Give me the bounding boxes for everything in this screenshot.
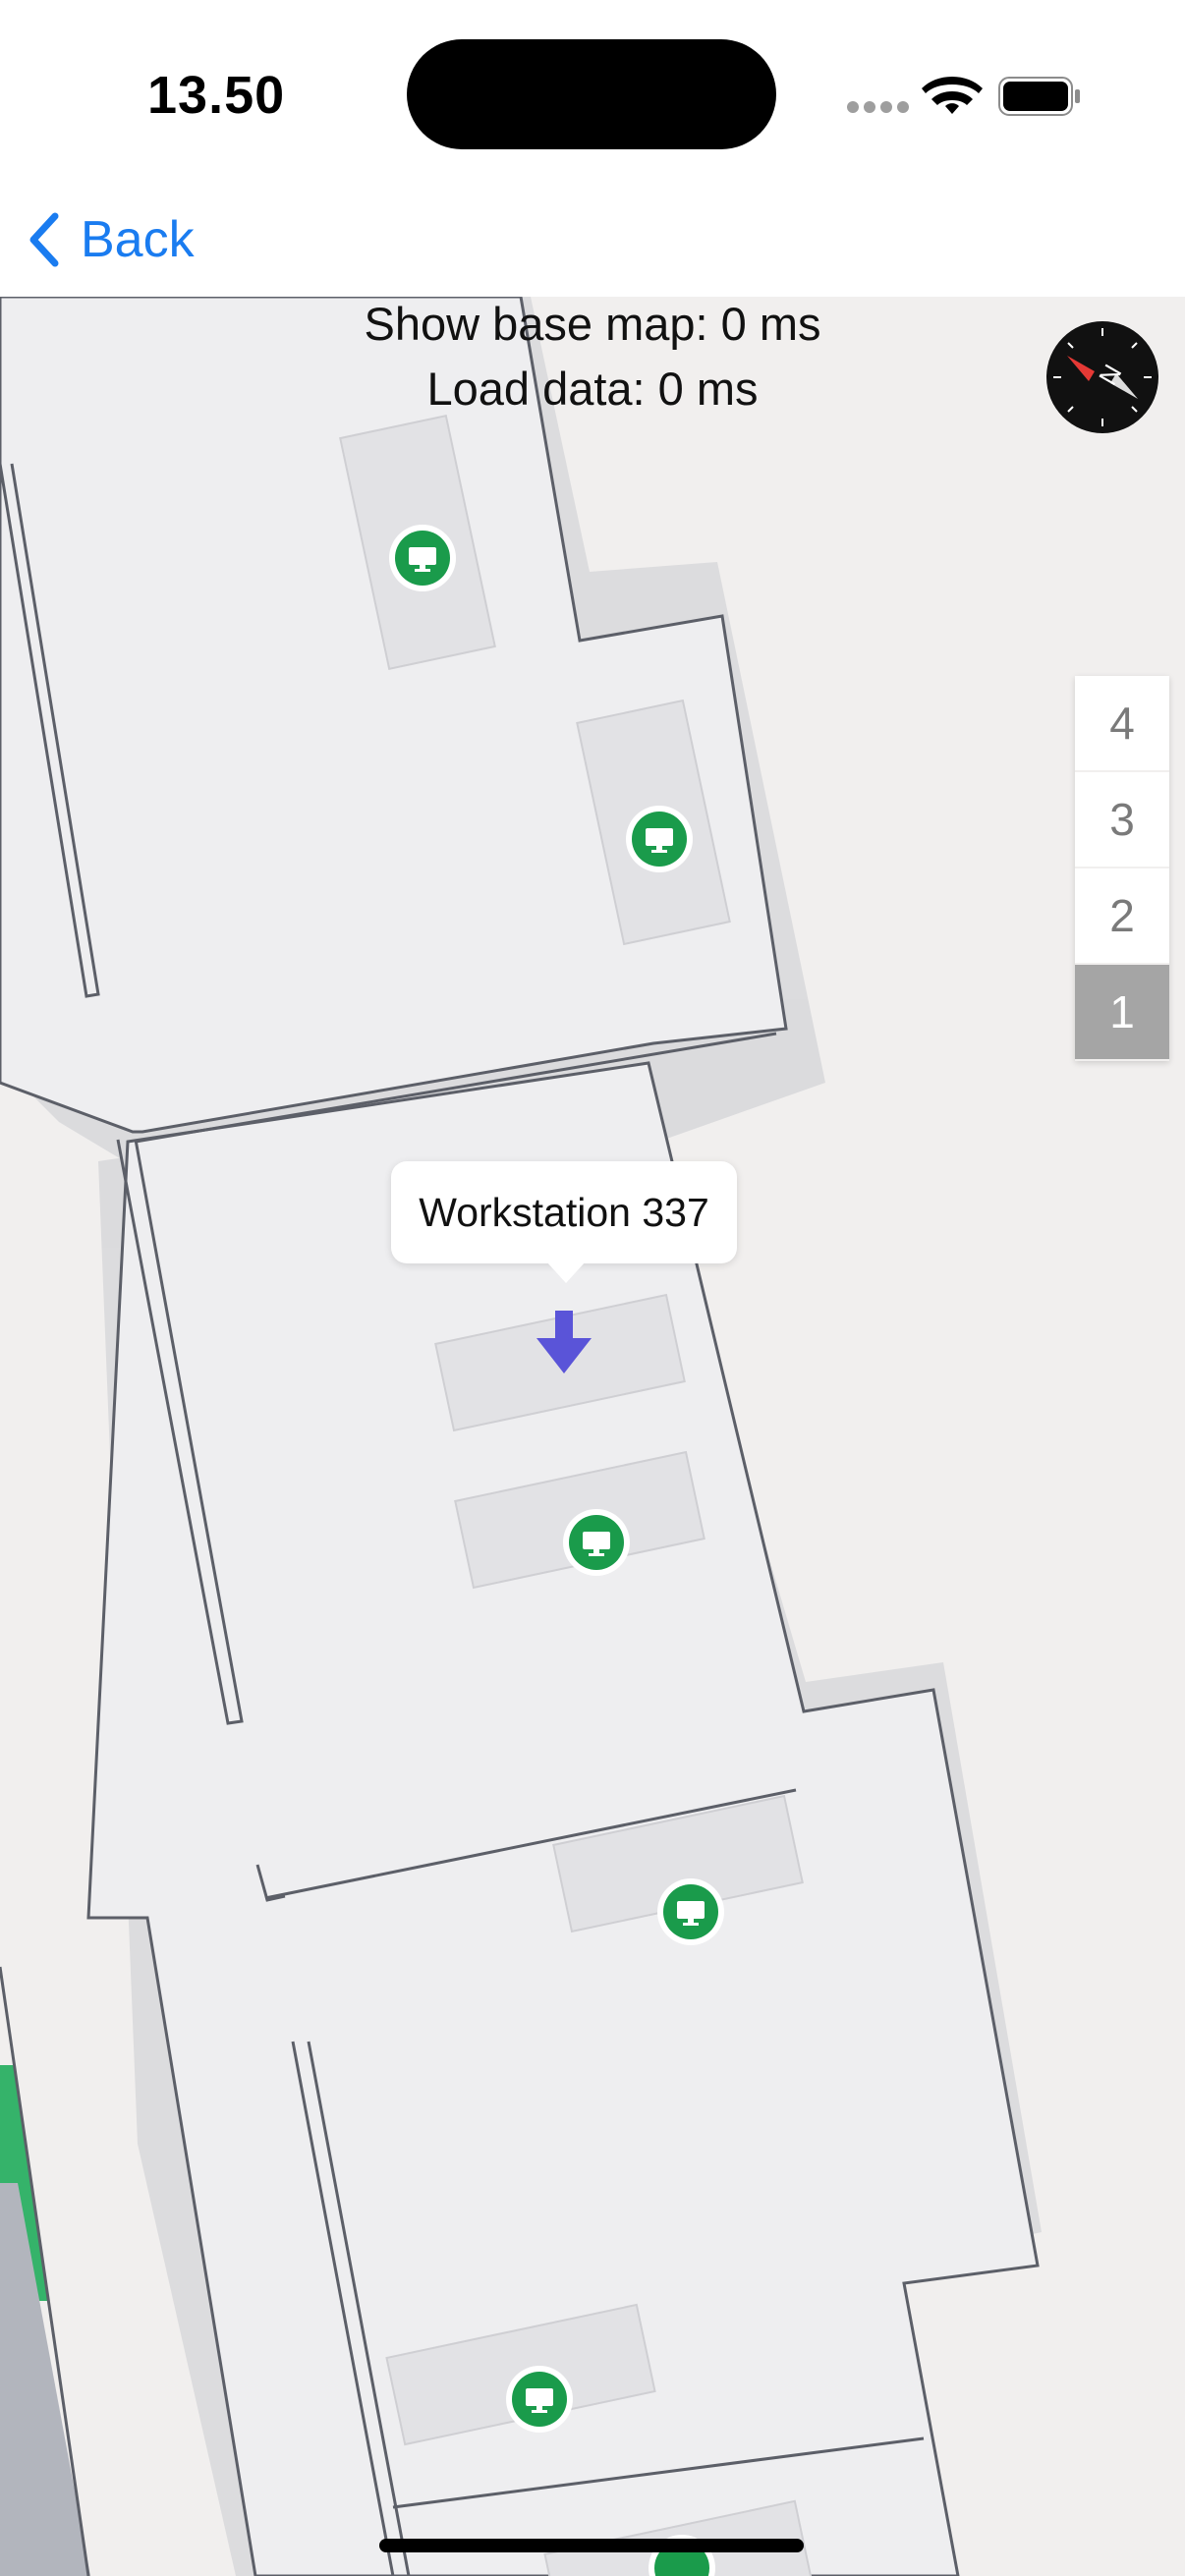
battery-icon xyxy=(998,77,1080,116)
chevron-left-icon xyxy=(29,212,59,267)
dynamic-island xyxy=(407,39,776,149)
floor-picker: 4 3 2 1 xyxy=(1075,676,1169,1061)
base-map-timing: Show base map: 0 ms xyxy=(364,298,821,350)
home-indicator[interactable] xyxy=(379,2539,804,2552)
back-button[interactable]: Back xyxy=(24,200,195,279)
status-bar: 13.50 xyxy=(0,0,1185,187)
compass-icon[interactable]: N xyxy=(1045,320,1159,434)
load-data-timing: Load data: 0 ms xyxy=(426,363,759,415)
workstation-pin[interactable] xyxy=(389,525,456,591)
floor-button-2[interactable]: 2 xyxy=(1075,868,1169,963)
wifi-icon xyxy=(922,77,983,114)
workstation-pin[interactable] xyxy=(563,1509,630,1576)
floor-button-4[interactable]: 4 xyxy=(1075,676,1169,770)
floor-plan xyxy=(0,297,1042,2576)
cellular-signal-icon xyxy=(847,101,909,115)
floor-button-3[interactable]: 3 xyxy=(1075,772,1169,867)
navigation-bar: Back xyxy=(0,187,1185,297)
workstation-pin[interactable] xyxy=(657,1878,724,1945)
status-time: 13.50 xyxy=(147,66,286,125)
indoor-map[interactable]: Show base map: 0 ms Load data: 0 ms xyxy=(0,297,1185,2576)
workstation-pin[interactable] xyxy=(626,806,693,872)
workstation-pin[interactable] xyxy=(506,2366,573,2433)
workstation-callout[interactable]: Workstation 337 xyxy=(391,1161,737,1263)
back-label: Back xyxy=(81,211,195,268)
floor-button-1[interactable]: 1 xyxy=(1075,965,1169,1059)
callout-tail xyxy=(546,1261,586,1283)
